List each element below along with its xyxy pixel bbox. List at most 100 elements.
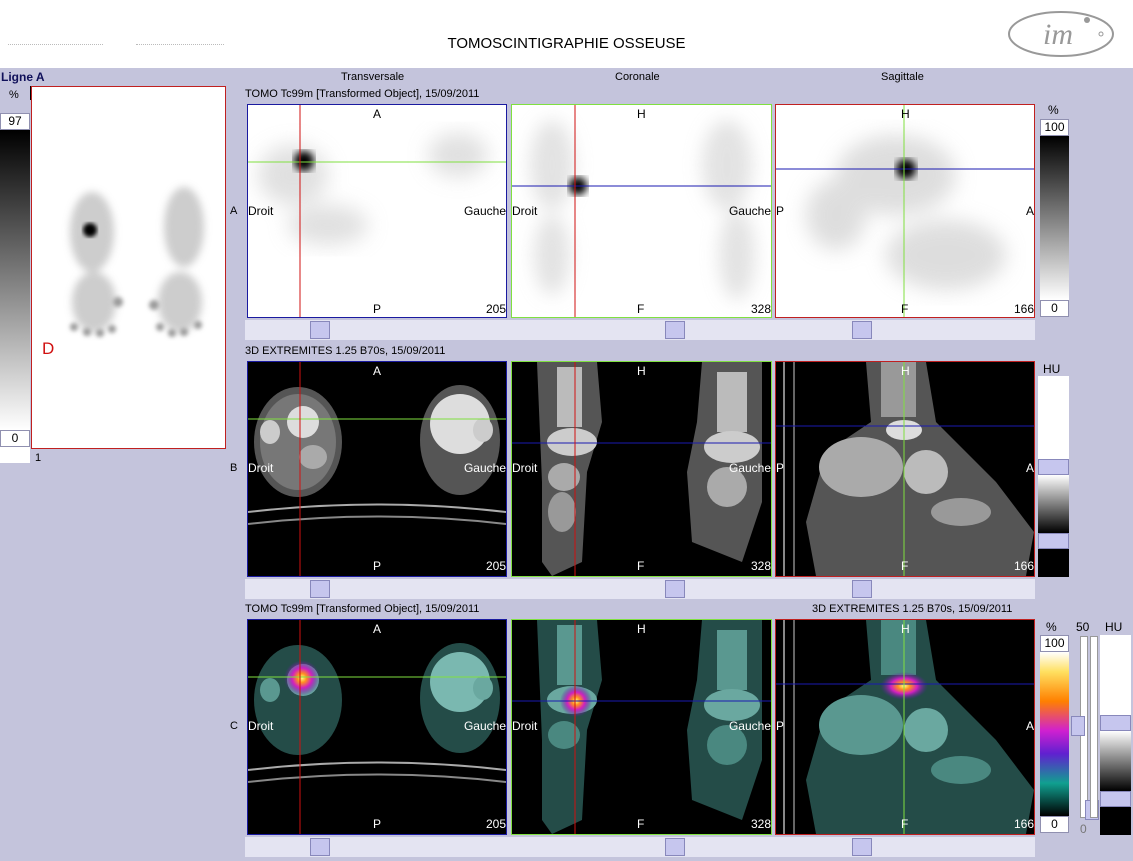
left-panel-title: Ligne A — [1, 70, 45, 84]
orient-top: H — [637, 622, 646, 636]
orient-left: P — [776, 461, 785, 475]
row-c-coronal-slider[interactable] — [665, 838, 685, 856]
left-small-label: 1 — [35, 452, 42, 464]
orient-top: A — [373, 107, 382, 121]
left-scale-min[interactable]: 0 — [0, 430, 30, 447]
row-c-sagittal-slider[interactable] — [852, 838, 872, 856]
row-a-label: A — [230, 205, 238, 217]
orient-left: Droit — [248, 461, 274, 475]
orient-bottom: P — [373, 302, 382, 316]
row-c-sagittal-fusion-view[interactable]: H F P A 166 — [775, 619, 1035, 835]
orient-bottom: F — [637, 817, 645, 831]
row-a-slider-strip — [245, 320, 1035, 340]
left-gray-scale-bar[interactable] — [0, 130, 30, 430]
orient-right: A — [1025, 461, 1034, 475]
side-label: D — [42, 339, 55, 358]
row-a-scale-unit: % — [1048, 103, 1059, 117]
orient-bottom: F — [637, 302, 645, 316]
row-a-scale-max[interactable]: 100 — [1040, 119, 1069, 136]
slice-number: 166 — [1013, 302, 1034, 316]
orient-top: H — [637, 364, 646, 378]
row-c-scale-min[interactable]: 0 — [1040, 816, 1069, 833]
orient-left: Droit — [512, 461, 538, 475]
row-a-coronal-slider[interactable] — [665, 321, 685, 339]
left-scale-handle[interactable] — [0, 447, 30, 463]
im-logo-icon: im — [1008, 11, 1114, 57]
row-c-label: C — [230, 720, 238, 732]
row-b-series-label: 3D EXTREMITES 1.25 B70s, 15/09/2011 — [245, 345, 446, 357]
orient-top: H — [637, 107, 646, 121]
row-b-label: B — [230, 462, 238, 474]
orient-right: Gauche — [728, 461, 771, 475]
orient-bottom: F — [637, 559, 645, 573]
row-c-blend-min: 0 — [1080, 822, 1087, 836]
row-a-series-label: TOMO Tc99m [Transformed Object], 15/09/2… — [245, 88, 480, 100]
slice-number: 328 — [750, 817, 771, 831]
row-c-hu-upper-handle[interactable] — [1100, 715, 1131, 731]
header-bar: TOMOSCINTIGRAPHIE OSSEUSE im — [0, 0, 1133, 68]
row-a-scale-min[interactable]: 0 — [1040, 300, 1069, 317]
row-c-series-label-left: TOMO Tc99m [Transformed Object], 15/09/2… — [245, 603, 480, 615]
row-c-series-label-right: 3D EXTREMITES 1.25 B70s, 15/09/2011 — [812, 603, 1013, 615]
row-c-blend-max: 50 — [1076, 620, 1090, 634]
row-b-coronal-slider[interactable] — [665, 580, 685, 598]
row-b-window-lower-handle[interactable] — [1038, 533, 1069, 549]
slice-number: 166 — [1013, 559, 1034, 573]
row-b-gray-scale-bar[interactable] — [1038, 475, 1069, 533]
row-c-hu-gray-scale-bar[interactable] — [1100, 731, 1131, 791]
row-b-scale-bottom — [1038, 549, 1069, 577]
orient-top: A — [373, 622, 382, 636]
row-c-transverse-slider[interactable] — [310, 838, 330, 856]
row-a-sagittal-view[interactable]: H F P A 166 — [775, 104, 1035, 318]
orient-right: Gauche — [463, 719, 506, 733]
row-c-color-scale-bar[interactable] — [1040, 652, 1069, 816]
orient-left: Droit — [512, 719, 538, 733]
orient-right: Gauche — [463, 204, 506, 218]
row-b-transverse-slider[interactable] — [310, 580, 330, 598]
row-c-hu-unit: HU — [1105, 620, 1123, 634]
row-c-slider-strip — [245, 837, 1035, 857]
orient-left: P — [776, 719, 785, 733]
orient-bottom: F — [901, 817, 909, 831]
left-scale-max[interactable]: 97 — [0, 113, 30, 130]
row-b-scale-top — [1038, 376, 1069, 460]
row-a-coronal-view[interactable]: H F Droit Gauche 328 — [511, 104, 772, 318]
row-b-sagittal-slider[interactable] — [852, 580, 872, 598]
orient-bottom: P — [373, 817, 382, 831]
orient-bottom: F — [901, 559, 909, 573]
svg-text:im: im — [1043, 18, 1073, 51]
row-a-transverse-view[interactable]: A P Droit Gauche 205 — [247, 104, 507, 318]
orient-left: Droit — [248, 204, 274, 218]
row-c-scale-max[interactable]: 100 — [1040, 635, 1069, 652]
row-b-sagittal-view[interactable]: H F P A 166 — [775, 361, 1035, 577]
orient-right: Gauche — [728, 719, 771, 733]
row-b-transverse-view[interactable]: A P Droit Gauche 205 — [247, 361, 507, 577]
slice-number: 166 — [1013, 817, 1034, 831]
row-a-sagittal-slider[interactable] — [852, 321, 872, 339]
orient-top: H — [901, 364, 910, 378]
orient-right: Gauche — [728, 204, 771, 218]
orient-left: P — [776, 204, 785, 218]
row-b-scale-unit: HU — [1043, 362, 1061, 376]
slice-number: 205 — [485, 302, 506, 316]
slice-number: 205 — [485, 817, 506, 831]
row-b-window-upper-handle[interactable] — [1038, 459, 1069, 475]
row-c-transverse-fusion-view[interactable]: A P Droit Gauche 205 — [247, 619, 507, 835]
orient-left: Droit — [248, 719, 274, 733]
row-a-transverse-slider[interactable] — [310, 321, 330, 339]
column-header-transverse: Transversale — [341, 71, 405, 83]
slice-number: 205 — [485, 559, 506, 573]
row-c-hu-lower-handle[interactable] — [1100, 791, 1131, 807]
orient-top: H — [901, 107, 910, 121]
row-c-scale-unit: % — [1046, 620, 1057, 634]
orient-bottom: F — [901, 302, 909, 316]
row-a-gray-scale-bar[interactable] — [1040, 136, 1069, 300]
row-c-threshold-slider-track[interactable] — [1090, 636, 1098, 818]
row-c-hu-scale-top — [1100, 635, 1131, 715]
row-c-coronal-fusion-view[interactable]: H F Droit Gauche 328 — [511, 619, 772, 835]
row-c-blend-slider-handle[interactable] — [1071, 716, 1085, 736]
orient-right: Gauche — [463, 461, 506, 475]
left-planar-view[interactable]: D — [31, 86, 226, 449]
row-c-hu-scale-bottom — [1100, 807, 1131, 835]
row-b-coronal-view[interactable]: H F Droit Gauche 328 — [511, 361, 772, 577]
